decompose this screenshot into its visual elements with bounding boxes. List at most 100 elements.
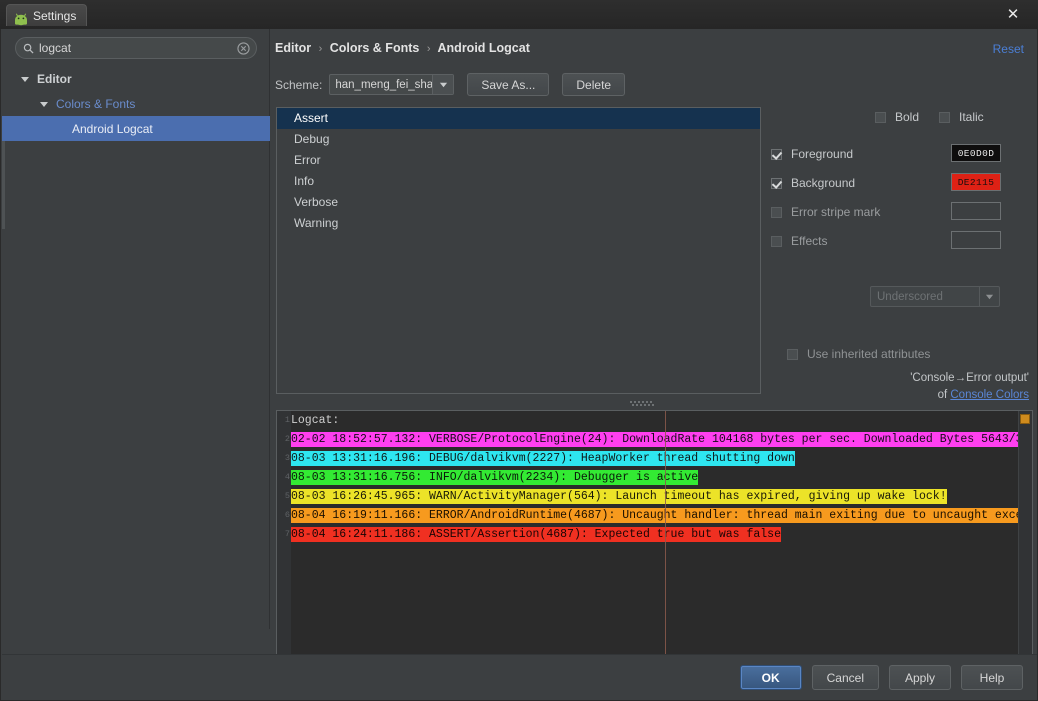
use-inherited-attributes-row[interactable]: Use inherited attributes (787, 347, 930, 361)
scheme-row: Scheme: han_meng_fei_sha Save As... Dele… (275, 73, 625, 96)
search-icon (23, 43, 34, 54)
italic-checkbox[interactable] (939, 112, 950, 123)
effect-type-value: Underscored (871, 291, 979, 303)
search-box[interactable] (15, 37, 257, 59)
help-button[interactable]: Help (961, 665, 1023, 690)
breadcrumb-item-editor: Editor (275, 41, 311, 55)
foreground-color-swatch[interactable]: 0E0D0D (951, 144, 1001, 162)
window-title-tab[interactable]: Settings (6, 4, 87, 26)
save-as-button[interactable]: Save As... (467, 73, 549, 96)
preview-line-6[interactable]: 08-04 16:19:11.166: ERROR/AndroidRuntime… (291, 506, 1018, 525)
error-stripe-marker[interactable] (1020, 414, 1030, 424)
error-stripe-label: Error stripe mark (791, 205, 880, 219)
reset-link[interactable]: Reset (993, 42, 1024, 56)
preview-line-3[interactable]: 08-03 13:31:16.196: DEBUG/dalvikvm(2227)… (291, 449, 1018, 468)
apply-button[interactable]: Apply (889, 665, 951, 690)
bold-checkbox[interactable] (875, 112, 886, 123)
list-item-error[interactable]: Error (277, 150, 760, 171)
search-input[interactable] (34, 39, 237, 57)
chevron-down-icon[interactable] (432, 75, 453, 94)
effects-checkbox[interactable] (771, 236, 782, 247)
window-title-label: Settings (33, 9, 76, 23)
bold-checkbox-row[interactable]: Bold (875, 110, 919, 124)
delete-button[interactable]: Delete (562, 73, 625, 96)
list-item-assert[interactable]: Assert (277, 108, 760, 129)
preview-line-text: 08-03 13:31:16.756: INFO/dalvikvm(2234):… (291, 470, 698, 485)
settings-sidebar: Editor Colors & Fonts Android Logcat (2, 29, 270, 629)
sidebar-item-android-logcat[interactable]: Android Logcat (2, 116, 270, 141)
line-number: 1 (277, 411, 290, 430)
sidebar-item-colors-and-fonts[interactable]: Colors & Fonts (2, 91, 270, 116)
italic-checkbox-row[interactable]: Italic (939, 110, 984, 124)
error-stripe-checkbox-row[interactable]: Error stripe mark (771, 205, 880, 219)
use-inherited-attributes-label: Use inherited attributes (807, 347, 930, 361)
list-item-info[interactable]: Info (277, 171, 760, 192)
ok-button[interactable]: OK (740, 665, 802, 690)
breadcrumb-item-colors-fonts: Colors & Fonts (330, 41, 420, 55)
preview-line-text: 08-03 13:31:16.196: DEBUG/dalvikvm(2227)… (291, 451, 795, 466)
dialog-footer: OK Cancel Apply Help (2, 654, 1037, 699)
preview-line-5[interactable]: 08-03 16:26:45.965: WARN/ActivityManager… (291, 487, 1018, 506)
effects-checkbox-row[interactable]: Effects (771, 234, 827, 248)
severity-list[interactable]: Assert Debug Error Info Verbose Warning (276, 107, 761, 394)
effects-color-swatch[interactable] (951, 231, 1001, 249)
list-item-verbose[interactable]: Verbose (277, 192, 760, 213)
settings-tree: Editor Colors & Fonts Android Logcat (2, 66, 270, 141)
list-item-warning[interactable]: Warning (277, 213, 760, 234)
pane-splitter[interactable] (273, 398, 1033, 409)
splitter-grip[interactable] (630, 401, 656, 406)
preview-editor[interactable]: 1 2 3 4 5 6 7 Logcat: 02-02 18:52:57.132… (276, 410, 1033, 656)
foreground-checkbox[interactable] (771, 149, 782, 160)
cancel-button[interactable]: Cancel (812, 665, 879, 690)
android-icon (13, 11, 29, 27)
preview-line-text: 08-03 16:26:45.965: WARN/ActivityManager… (291, 489, 947, 504)
preview-line-2[interactable]: 02-02 18:52:57.132: VERBOSE/ProtocolEngi… (291, 430, 1018, 449)
caret-column-guide (665, 411, 666, 655)
close-icon[interactable]: ✕ (1000, 2, 1026, 26)
preview-line-7[interactable]: 08-04 16:24:11.186: ASSERT/Assertion(468… (291, 525, 1018, 544)
scheme-value: han_meng_fei_sha (330, 79, 432, 91)
line-number: 2 (277, 430, 290, 449)
attributes-panel: Bold Italic Foreground 0E0D0D Background (771, 107, 1033, 394)
sidebar-item-editor[interactable]: Editor (2, 66, 270, 91)
bold-label: Bold (895, 110, 919, 124)
breadcrumb-separator: › (319, 43, 323, 55)
breadcrumb-item-android-logcat: Android Logcat (438, 41, 530, 55)
scheme-select[interactable]: han_meng_fei_sha (329, 74, 454, 95)
clear-icon[interactable] (237, 42, 250, 55)
line-number: 7 (277, 525, 290, 544)
list-item-debug[interactable]: Debug (277, 129, 760, 150)
preview-line-text: Logcat: (291, 413, 339, 428)
chevron-down-icon[interactable] (19, 73, 31, 85)
line-number: 6 (277, 506, 290, 525)
sidebar-item-label: Colors & Fonts (56, 97, 135, 111)
foreground-label: Foreground (791, 147, 853, 161)
breadcrumb: Editor › Colors & Fonts › Android Logcat (275, 41, 530, 55)
error-stripe-color-swatch[interactable] (951, 202, 1001, 220)
foreground-checkbox-row[interactable]: Foreground (771, 147, 853, 161)
chevron-down-icon[interactable] (979, 287, 999, 306)
line-number: 4 (277, 468, 290, 487)
background-color-swatch[interactable]: DE2115 (951, 173, 1001, 191)
scheme-label: Scheme: (275, 78, 322, 92)
chevron-down-icon[interactable] (38, 98, 50, 110)
preview-line-text: 08-04 16:24:11.186: ASSERT/Assertion(468… (291, 527, 781, 542)
preview-code[interactable]: Logcat: 02-02 18:52:57.132: VERBOSE/Prot… (291, 411, 1018, 655)
background-checkbox[interactable] (771, 178, 782, 189)
editor-gutter: 1 2 3 4 5 6 7 (277, 411, 291, 655)
error-stripe-checkbox[interactable] (771, 207, 782, 218)
line-number: 3 (277, 449, 290, 468)
effect-type-select[interactable]: Underscored (870, 286, 1000, 307)
line-number: 5 (277, 487, 290, 506)
preview-line-text: 08-04 16:19:11.166: ERROR/AndroidRuntime… (291, 508, 1018, 523)
settings-window: Settings ✕ (0, 0, 1038, 701)
use-inherited-attributes-checkbox[interactable] (787, 349, 798, 360)
italic-label: Italic (959, 110, 984, 124)
preview-line-4[interactable]: 08-03 13:31:16.756: INFO/dalvikvm(2234):… (291, 468, 1018, 487)
breadcrumb-separator: › (427, 43, 431, 55)
preview-line-1[interactable]: Logcat: (291, 411, 1018, 430)
background-checkbox-row[interactable]: Background (771, 176, 855, 190)
footer-buttons: OK Cancel Apply Help (740, 665, 1023, 690)
settings-dialog-body: Editor Colors & Fonts Android Logcat (0, 29, 1038, 701)
preview-scrollbar[interactable] (1018, 411, 1032, 655)
